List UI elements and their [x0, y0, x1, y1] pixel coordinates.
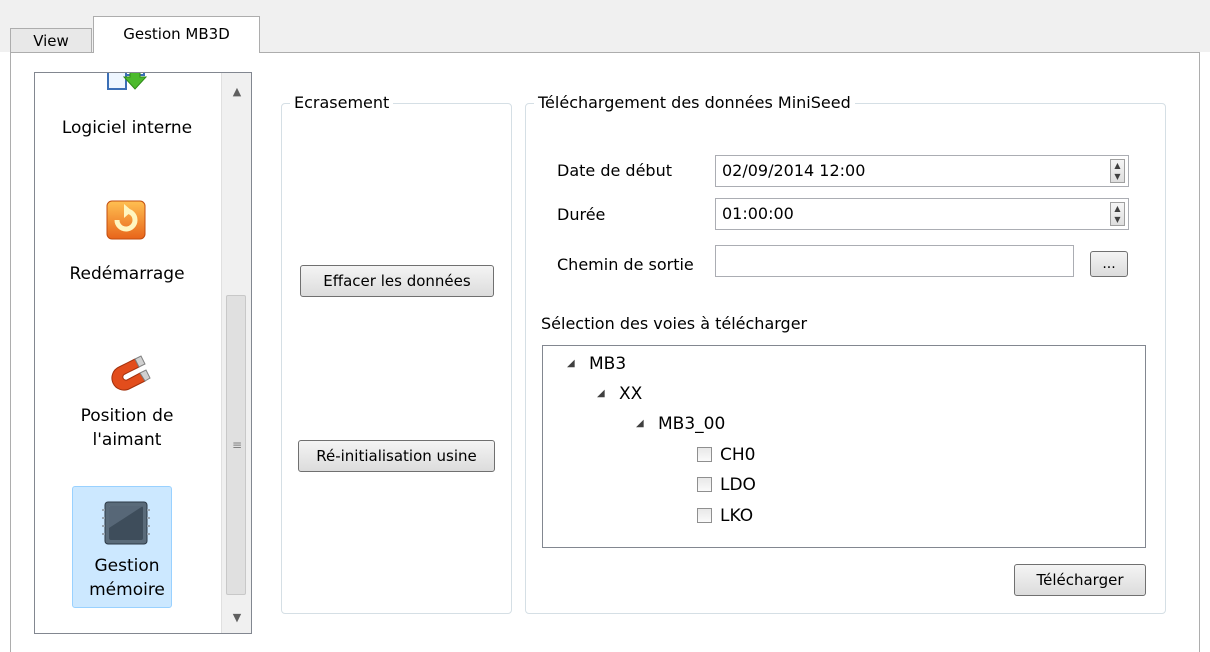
- factory-reset-button[interactable]: Ré-initialisation usine: [298, 440, 495, 472]
- tree-node-label: MB3: [589, 354, 627, 374]
- magnet-icon: [105, 353, 151, 402]
- sidebar-scrollbar[interactable]: ▲ ≡ ▼: [221, 73, 251, 633]
- tab-view[interactable]: View: [10, 28, 92, 52]
- sidebar-item-label: Logiciel interne: [61, 118, 193, 138]
- channel-checkbox[interactable]: [697, 447, 712, 462]
- scroll-up-icon[interactable]: ▲: [222, 79, 251, 105]
- sidebar-item-label-line2: l'aimant: [92, 430, 162, 450]
- spin-down-icon[interactable]: ▼: [1111, 214, 1124, 225]
- spin-up-icon[interactable]: ▲: [1111, 160, 1124, 171]
- channel-tree[interactable]: ◢ MB3 ◢ XX ◢ MB3_00 CH0 LDO LKO: [542, 345, 1146, 548]
- channel-label: LKO: [720, 506, 754, 526]
- channel-checkbox[interactable]: [697, 508, 712, 523]
- sidebar-item-label: Redémarrage: [69, 264, 185, 284]
- tree-node-mb3[interactable]: ◢ MB3: [567, 352, 627, 376]
- grip-icon: ≡: [232, 438, 243, 452]
- duration-value: 01:00:00: [722, 204, 794, 223]
- tab-strip: View Gestion MB3D: [0, 0, 1210, 53]
- sidebar-item-logiciel-interne[interactable]: Logiciel interne: [35, 73, 219, 153]
- ecrasement-title: Ecrasement: [290, 92, 394, 114]
- browse-button[interactable]: ...: [1090, 251, 1128, 277]
- sidebar-item-redemarrage[interactable]: Redémarrage: [35, 189, 219, 289]
- sidebar-item-position-aimant[interactable]: Position de l'aimant: [35, 353, 219, 473]
- scrollbar-thumb[interactable]: ≡: [226, 295, 246, 595]
- ecrasement-group: Ecrasement Effacer les données Ré-initia…: [281, 92, 512, 614]
- download-arrow-icon: [106, 73, 150, 104]
- expanded-arrow-icon[interactable]: ◢: [597, 382, 605, 406]
- memory-chip-icon: [101, 498, 151, 555]
- scroll-down-icon[interactable]: ▼: [222, 605, 251, 631]
- duration-spinner[interactable]: ▲ ▼: [1110, 202, 1125, 226]
- spin-up-icon[interactable]: ▲: [1111, 203, 1124, 214]
- sidebar-item-gestion-memoire[interactable]: Gestion mémoire: [35, 486, 219, 610]
- output-path-field[interactable]: [715, 245, 1074, 277]
- channel-checkbox[interactable]: [697, 477, 712, 492]
- sidebar-item-label-line1: Position de: [80, 406, 174, 426]
- tab-gestion-mb3d[interactable]: Gestion MB3D: [93, 16, 260, 53]
- download-button[interactable]: Télécharger: [1014, 564, 1146, 596]
- expanded-arrow-icon[interactable]: ◢: [636, 412, 644, 436]
- start-date-spinner[interactable]: ▲ ▼: [1110, 159, 1125, 183]
- spin-down-icon[interactable]: ▼: [1111, 171, 1124, 182]
- channels-label: Sélection des voies à télécharger: [541, 314, 808, 333]
- tree-node-mb3-00[interactable]: ◢ MB3_00: [636, 412, 726, 436]
- expanded-arrow-icon[interactable]: ◢: [567, 352, 575, 376]
- tree-node-xx[interactable]: ◢ XX: [597, 382, 643, 406]
- duration-field[interactable]: 01:00:00 ▲ ▼: [715, 198, 1129, 230]
- channel-label: CH0: [720, 445, 756, 465]
- channel-label: LDO: [720, 475, 756, 495]
- restart-icon: [105, 199, 147, 248]
- start-date-label: Date de début: [557, 161, 672, 180]
- erase-data-button[interactable]: Effacer les données: [300, 265, 494, 297]
- sidebar-item-label-line2: mémoire: [89, 580, 165, 600]
- sidebar-list[interactable]: Logiciel interne Redémarrage Position de…: [34, 72, 252, 634]
- sidebar-item-label-line1: Gestion: [94, 556, 160, 576]
- download-title: Téléchargement des données MiniSeed: [534, 92, 855, 114]
- start-date-field[interactable]: 02/09/2014 12:00 ▲ ▼: [715, 155, 1129, 187]
- start-date-value: 02/09/2014 12:00: [722, 161, 866, 180]
- duration-label: Durée: [557, 205, 606, 224]
- output-path-label: Chemin de sortie: [557, 255, 694, 274]
- tree-node-label: MB3_00: [658, 414, 726, 434]
- tree-node-label: XX: [619, 384, 643, 404]
